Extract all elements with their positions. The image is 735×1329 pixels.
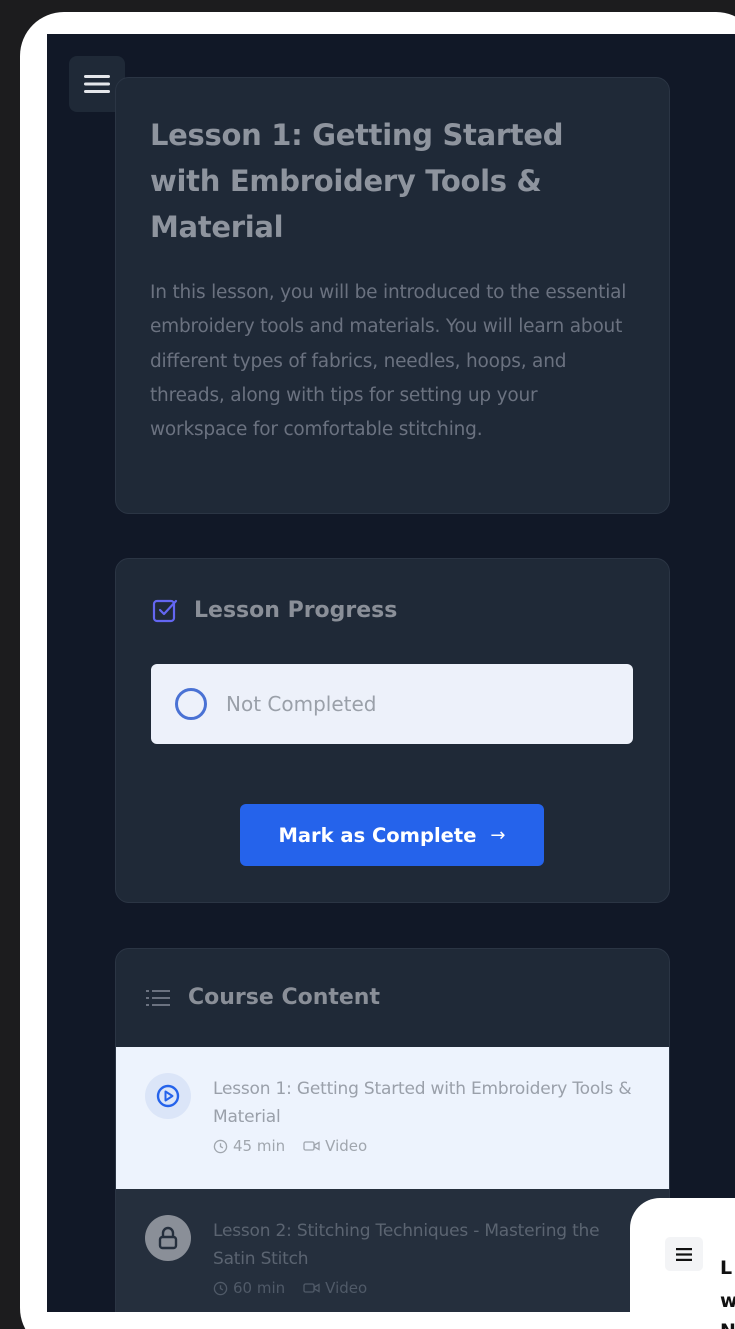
course-content-title: Course Content <box>188 985 380 1010</box>
type-text: Video <box>325 1279 368 1297</box>
duration: 45 min <box>213 1137 285 1155</box>
duration-text: 60 min <box>233 1279 286 1297</box>
preview-text-fragment: L <box>720 1257 733 1279</box>
menu-icon <box>84 75 110 93</box>
completion-status: Not Completed <box>151 664 633 744</box>
lesson-list-item-2[interactable]: Lesson 2: Stitching Techniques - Masteri… <box>116 1189 669 1312</box>
status-circle-icon <box>175 688 207 720</box>
lesson-list-item-1[interactable]: Lesson 1: Getting Started with Embroider… <box>116 1047 669 1189</box>
progress-title: Lesson Progress <box>194 597 398 623</box>
lesson-intro-card: Lesson 1: Getting Started with Embroider… <box>115 77 670 514</box>
arrow-right-icon: → <box>490 824 506 846</box>
lesson-title: Lesson 1: Getting Started with Embroider… <box>150 118 564 244</box>
content-type: Video <box>303 1137 367 1155</box>
play-circle-icon <box>145 1073 191 1119</box>
content-type: Video <box>303 1279 367 1297</box>
mark-complete-label: Mark as Complete <box>278 823 477 847</box>
preview-text-fragment: N <box>720 1320 735 1329</box>
preview-menu-button[interactable] <box>665 1237 703 1271</box>
list-icon <box>146 989 170 1006</box>
lesson-item-title: Lesson 2: Stitching Techniques - Masteri… <box>213 1221 600 1269</box>
clock-icon <box>213 1139 228 1153</box>
checkbox-icon <box>152 599 178 623</box>
preview-text-fragment: w <box>720 1290 735 1312</box>
clock-icon <box>213 1281 228 1295</box>
app-screen: Lesson 1: Getting Started with Embroider… <box>47 34 735 1312</box>
type-text: Video <box>325 1137 368 1155</box>
lesson-item-meta: 45 min Video <box>213 1137 385 1155</box>
duration: 60 min <box>213 1279 285 1297</box>
lesson-progress-card: Lesson Progress Not Completed Mark as Co… <box>115 558 670 903</box>
lesson-item-meta: 60 min Video <box>213 1279 385 1297</box>
progress-header: Lesson Progress <box>152 597 397 623</box>
course-content-header: Course Content <box>146 985 380 1010</box>
lock-icon <box>145 1215 191 1261</box>
course-content-card: Course Content Lesson 1: Getting Started… <box>115 948 670 1312</box>
status-text: Not Completed <box>226 692 377 716</box>
mark-complete-button[interactable]: Mark as Complete → <box>240 804 544 866</box>
duration-text: 45 min <box>233 1137 286 1155</box>
menu-icon <box>676 1247 692 1261</box>
lesson-item-title: Lesson 1: Getting Started with Embroider… <box>213 1079 632 1127</box>
lesson-description: In this lesson, you will be introduced t… <box>150 282 627 441</box>
video-icon <box>303 1283 320 1293</box>
video-icon <box>303 1141 320 1151</box>
